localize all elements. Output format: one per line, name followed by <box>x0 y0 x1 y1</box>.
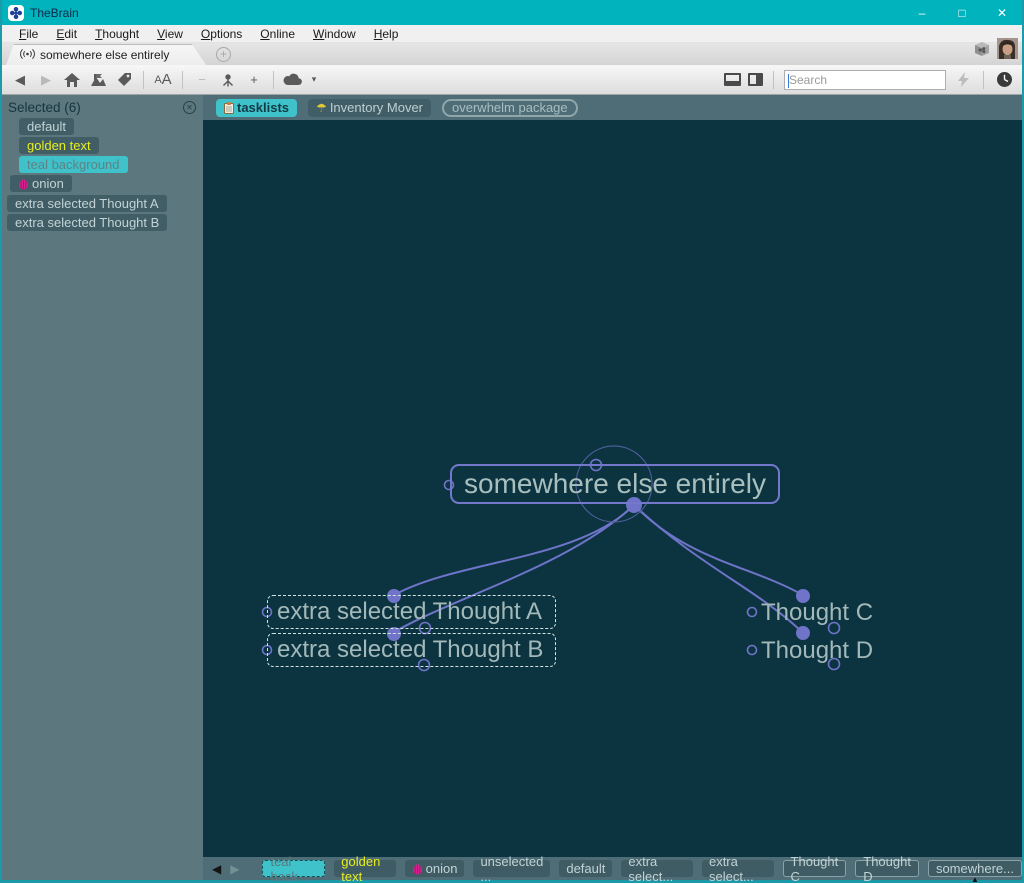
pin-bar: tasklists ☂ Inventory Mover overwhelm pa… <box>203 95 1022 120</box>
selected-panel: Selected (6) ✕ default golden text teal … <box>2 95 203 880</box>
menu-bar: File Edit Thought View Options Online Wi… <box>2 25 1022 43</box>
back-button[interactable]: ◀ <box>10 69 30 91</box>
thought-d-jump-gate[interactable] <box>746 644 758 656</box>
selected-item-teal-background[interactable]: teal background <box>19 156 128 173</box>
cloud-menu-caret-icon[interactable]: ▾ <box>309 69 319 91</box>
past-thoughts-bar: ◀ ▶ teal back... golden text onion unsel… <box>203 854 1022 884</box>
title-bar: TheBrain – □ ✕ <box>2 0 1022 25</box>
close-button[interactable]: ✕ <box>982 0 1022 25</box>
brain-tab[interactable]: somewhere else entirely <box>6 44 206 65</box>
new-tab-button[interactable]: + <box>216 47 231 62</box>
active-thought-node[interactable]: somewhere else entirely <box>450 464 780 504</box>
menu-edit[interactable]: Edit <box>47 27 86 41</box>
history-clock-icon[interactable] <box>994 69 1014 91</box>
text-caret <box>788 73 789 88</box>
thought-b-node[interactable]: extra selected Thought B <box>267 633 556 667</box>
close-selected-panel-icon[interactable]: ✕ <box>183 101 196 114</box>
app-window: TheBrain – □ ✕ File Edit Thought View Op… <box>0 0 1024 884</box>
pin-tasklists[interactable]: tasklists <box>216 98 298 117</box>
menu-help[interactable]: Help <box>365 27 408 41</box>
link-to-thought-c <box>633 504 802 595</box>
expand-layout-icon[interactable] <box>218 69 238 91</box>
cloud-sync-icon[interactable] <box>283 69 303 91</box>
history-item-teal-background[interactable]: teal back... <box>262 854 326 884</box>
selected-item-extra-thought-b[interactable]: extra selected Thought B <box>7 213 168 231</box>
onion-icon <box>412 863 423 875</box>
plex-canvas[interactable]: somewhere else entirely extra selected T… <box>203 120 1022 857</box>
thought-c-jump-gate[interactable] <box>746 606 758 618</box>
history-item-onion[interactable]: onion <box>404 860 465 877</box>
zoom-out-button[interactable]: − <box>192 69 212 91</box>
user-avatar[interactable] <box>997 38 1018 64</box>
main-toolbar: ◀ ▶ AA − + ▾ <box>2 65 1022 95</box>
menu-options[interactable]: Options <box>192 27 251 41</box>
local-brain-icon[interactable] <box>972 39 992 64</box>
menu-thought[interactable]: Thought <box>86 27 148 41</box>
pin-overwhelm-package[interactable]: overwhelm package <box>442 98 578 117</box>
maximize-button[interactable]: □ <box>942 0 982 25</box>
selected-item-golden-text[interactable]: golden text <box>19 137 99 154</box>
menu-online[interactable]: Online <box>251 27 304 41</box>
search-box <box>784 69 946 90</box>
minimize-button[interactable]: – <box>902 0 942 25</box>
clipboard-icon <box>224 101 234 114</box>
tab-bar: somewhere else entirely + <box>2 38 1022 65</box>
pin-inventory-mover[interactable]: ☂ Inventory Mover <box>308 98 432 117</box>
thought-c-node[interactable]: Thought C <box>761 599 873 627</box>
selected-item-extra-thought-a[interactable]: extra selected Thought A <box>7 194 167 212</box>
menu-window[interactable]: Window <box>304 27 365 41</box>
history-back-button[interactable]: ◀ <box>212 862 221 876</box>
forward-button[interactable]: ▶ <box>36 69 56 91</box>
thebrain-logo-icon <box>8 4 24 21</box>
text-size-button[interactable]: AA <box>153 69 173 91</box>
thought-d-node[interactable]: Thought D <box>761 637 873 665</box>
tags-icon[interactable] <box>114 69 134 91</box>
history-forward-button[interactable]: ▶ <box>230 862 239 876</box>
side-panel-toggle-icon[interactable] <box>748 73 763 86</box>
menu-view[interactable]: View <box>148 27 192 41</box>
history-item-thought-d[interactable]: Thought D <box>855 854 919 884</box>
home-icon[interactable] <box>62 69 82 91</box>
selected-item-onion[interactable]: onion <box>10 175 72 192</box>
search-input[interactable] <box>785 70 945 89</box>
zoom-in-button[interactable]: + <box>244 69 264 91</box>
history-item-thought-c[interactable]: Thought C <box>782 854 847 884</box>
history-item-extra-select-1[interactable]: extra select... <box>621 854 693 884</box>
menu-file[interactable]: File <box>10 27 47 41</box>
history-item-default[interactable]: default <box>559 860 613 877</box>
selected-item-default[interactable]: default <box>19 118 75 135</box>
onion-icon <box>18 178 29 190</box>
window-title: TheBrain <box>30 5 79 20</box>
history-item-unselected[interactable]: unselected ... <box>473 854 551 884</box>
instant-activate-icon[interactable] <box>953 69 973 91</box>
active-thought-icon <box>20 48 35 63</box>
history-item-golden-text[interactable]: golden text <box>334 854 396 884</box>
tab-label: somewhere else entirely <box>40 48 170 62</box>
umbrella-icon: ☂ <box>316 100 327 115</box>
thought-a-node[interactable]: extra selected Thought A <box>267 595 556 629</box>
selected-panel-title: Selected (6) <box>8 100 81 115</box>
history-item-extra-select-2[interactable]: extra select... <box>701 854 774 884</box>
pins-icon[interactable] <box>88 69 108 91</box>
bottom-panel-toggle-icon[interactable] <box>724 73 741 86</box>
